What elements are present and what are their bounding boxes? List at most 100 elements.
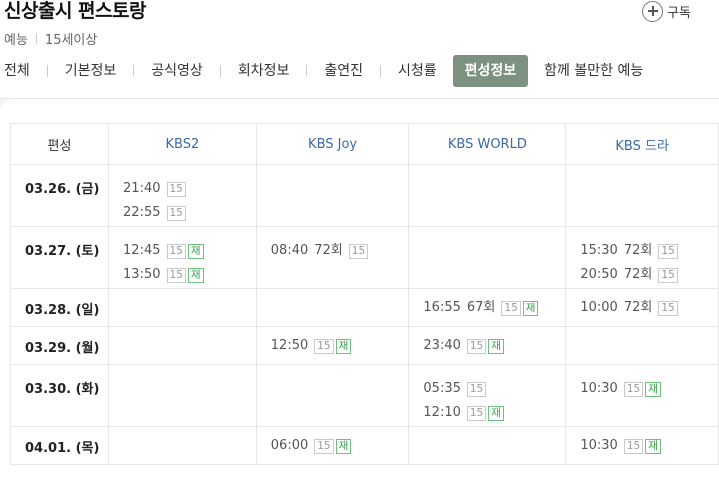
schedule-cell: [108, 426, 257, 465]
age-rating-badge: 15: [501, 300, 521, 316]
schedule-date: 03.29. (월): [9, 326, 110, 365]
schedule-cell: [565, 326, 719, 365]
age-rating-badge: 15: [623, 438, 644, 454]
episode-number: 72회: [623, 267, 653, 282]
age-rating-badge: 15: [623, 381, 644, 397]
schedule-cell: 12:50 15 재: [256, 326, 410, 365]
tab-1[interactable]: 기본정보: [59, 55, 123, 87]
broadcast-time: 15:30: [580, 243, 618, 258]
broadcast-time: 13:50: [123, 267, 161, 282]
schedule-cell: 05:35 15 12:10 15 재: [408, 364, 567, 427]
rerun-badge: 재: [335, 438, 352, 454]
schedule-date: 03.28. (일): [9, 288, 110, 327]
schedule-cell: [408, 226, 567, 289]
channel-header[interactable]: KBS 드라: [565, 123, 719, 165]
tab-divider: [306, 65, 308, 77]
broadcast-entry[interactable]: 22:55 15: [123, 201, 256, 225]
table-row: 03.26. (금) 21:40 15 22:55 15: [9, 164, 719, 227]
broadcast-entry[interactable]: 10:30 15 재: [580, 377, 718, 401]
schedule-corner-label: 편성: [9, 123, 110, 165]
schedule-cell: 06:00 15 재: [256, 426, 410, 465]
schedule-date: 03.27. (토): [9, 226, 110, 289]
schedule-cell: 08:40 72회 15: [256, 226, 410, 289]
broadcast-entry[interactable]: 12:45 15 재: [123, 239, 256, 263]
rerun-badge: 재: [335, 338, 352, 354]
age-rating-badge: 15: [314, 438, 334, 454]
schedule-cell: [108, 364, 257, 427]
genre-label: 예능: [4, 33, 28, 48]
tab-3[interactable]: 회차정보: [232, 55, 296, 87]
age-rating-badge: 15: [658, 267, 678, 283]
schedule-cell: 10:30 15 재: [565, 364, 719, 427]
broadcast-entry[interactable]: 23:40 15 재: [423, 334, 565, 358]
broadcast-time: 20:50: [580, 267, 618, 282]
tab-6[interactable]: 편성정보: [452, 55, 529, 87]
schedule-cell: [256, 364, 410, 427]
subscribe-button[interactable]: 구독: [642, 0, 691, 22]
page-title: 신상출시 편스토랑: [4, 0, 146, 22]
table-row: 04.01. (목) 06:00 15 재 10:30 15 재: [9, 426, 719, 465]
broadcast-time: 06:00: [270, 438, 309, 453]
broadcast-time: 12:50: [270, 338, 309, 353]
broadcast-entry[interactable]: 15:30 72회 15: [580, 239, 718, 263]
schedule-cell: 10:30 15 재: [565, 426, 719, 465]
schedule-cell: 10:00 72회 15: [565, 288, 719, 327]
episode-number: 72회: [314, 243, 343, 258]
rerun-badge: 재: [645, 381, 661, 397]
tab-divider: [46, 65, 48, 77]
program-header: 신상출시 편스토랑 구독 예능 15세이상 전체 기본정보 공식영상 회차정보 출연진 시…: [0, 0, 719, 98]
tab-bar: 전체 기본정보 공식영상 회차정보 출연진 시청률 편성정보 함께 볼만한 예능: [0, 55, 649, 87]
age-rating-badge: 15: [658, 300, 678, 316]
broadcast-entry[interactable]: 21:40 15: [123, 177, 256, 201]
tab-4[interactable]: 출연진: [318, 55, 369, 87]
broadcast-time: 22:55: [123, 205, 161, 220]
broadcast-entry[interactable]: 08:40 72회 15: [271, 239, 409, 263]
channel-header[interactable]: KBS2: [108, 123, 257, 165]
broadcast-entry[interactable]: 06:00 15 재: [271, 434, 409, 458]
broadcast-entry[interactable]: 10:30 15 재: [580, 434, 718, 458]
rating-label: 15세이상: [44, 33, 98, 48]
age-rating-badge: 15: [348, 243, 369, 259]
schedule-cell: 15:30 72회 15 20:50 72회 15: [565, 226, 719, 289]
age-rating-badge: 15: [466, 381, 487, 397]
broadcast-time: 08:40: [270, 243, 309, 258]
schedule-cell: [256, 288, 410, 327]
broadcast-time: 23:40: [423, 338, 461, 353]
channel-header[interactable]: KBS Joy: [256, 123, 410, 165]
age-rating-badge: 15: [166, 243, 186, 259]
rerun-badge: 재: [522, 300, 539, 316]
schedule-table: 편성 KBS2 KBS Joy KBS WORLD KBS 드라 03.26. (금) 2…: [9, 123, 719, 465]
tab-divider: [219, 65, 221, 77]
tab-0[interactable]: 전체: [0, 55, 36, 87]
tab-7[interactable]: 함께 볼만한 예능: [538, 55, 649, 87]
channel-header[interactable]: KBS WORLD: [408, 123, 567, 165]
schedule-panel: 편성 KBS2 KBS Joy KBS WORLD KBS 드라 03.26. (금) 2…: [0, 99, 719, 487]
schedule-date: 04.01. (목): [9, 426, 110, 465]
broadcast-time: 10:30: [580, 438, 618, 453]
episode-number: 72회: [623, 300, 653, 315]
schedule-cell: 16:55 67회 15 재: [408, 288, 567, 327]
age-rating-badge: 15: [466, 338, 487, 354]
tab-2[interactable]: 공식영상: [145, 55, 209, 87]
meta-divider: [35, 33, 37, 44]
table-row: 03.30. (화) 05:35 15 12:10 15 재 10:30 15 재: [9, 364, 719, 427]
schedule-cell: [256, 164, 410, 227]
broadcast-time: 10:30: [580, 381, 618, 396]
program-meta: 예능 15세이상: [4, 29, 97, 48]
schedule-date: 03.30. (화): [9, 364, 110, 427]
rerun-badge: 재: [187, 243, 204, 259]
schedule-cell: 23:40 15 재: [408, 326, 567, 365]
tab-divider: [133, 65, 135, 77]
broadcast-entry[interactable]: 12:50 15 재: [271, 334, 409, 358]
broadcast-entry[interactable]: 05:35 15: [423, 377, 565, 401]
broadcast-entry[interactable]: 10:00 72회 15: [580, 296, 718, 320]
broadcast-time: 12:10: [423, 405, 461, 420]
broadcast-entry[interactable]: 13:50 15 재: [123, 263, 256, 287]
broadcast-entry[interactable]: 12:10 15 재: [423, 401, 565, 425]
tab-divider: [380, 65, 381, 77]
subscribe-label: 구독: [667, 5, 691, 21]
broadcast-entry[interactable]: 16:55 67회 15 재: [423, 296, 565, 320]
tab-5[interactable]: 시청률: [392, 55, 443, 87]
age-rating-badge: 15: [466, 405, 487, 421]
broadcast-entry[interactable]: 20:50 72회 15: [580, 263, 718, 287]
